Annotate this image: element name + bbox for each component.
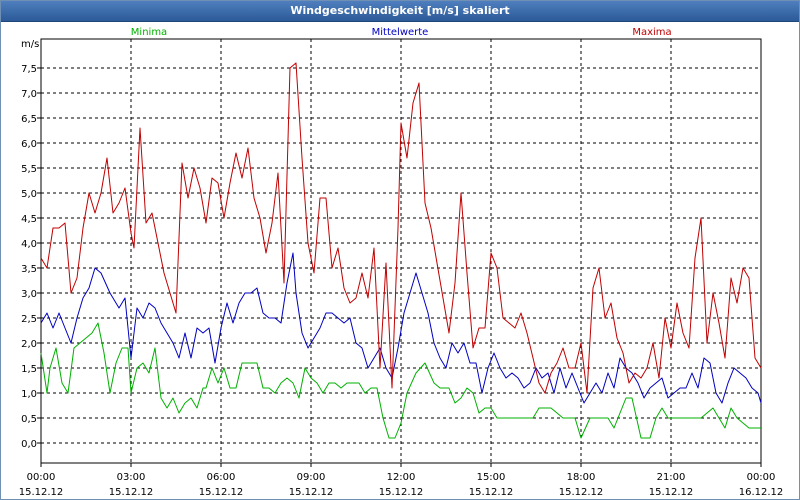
- x-tick-date: 15.12.12: [469, 487, 514, 498]
- x-tick-date: 15.12.12: [109, 487, 154, 498]
- x-tick-date: 15.12.12: [559, 487, 604, 498]
- y-tick-label: 0,5: [21, 414, 37, 425]
- line-chart: m/s Minima Mittelwerte Maxima 0,0 0,5 1,0 1…: [19, 27, 784, 498]
- y-tick-label: 7,0: [21, 89, 37, 100]
- x-tick-date: 15.12.12: [379, 487, 424, 498]
- y-tick-label: 5,5: [21, 164, 37, 175]
- x-tick-time: 12:00: [387, 472, 416, 483]
- y-tick-label: 2,5: [21, 314, 37, 325]
- x-tick-time: 15:00: [477, 472, 506, 483]
- x-axis: 00:00 15.12.12 03:00 15.12.12 06:00 15.12.12 0…: [19, 463, 784, 498]
- x-tick-time: 18:00: [567, 472, 596, 483]
- x-tick-date: 15.12.12: [199, 487, 244, 498]
- x-tick-time: 21:00: [657, 472, 686, 483]
- x-tick-time: 09:00: [297, 472, 326, 483]
- x-tick-time: 03:00: [117, 472, 146, 483]
- x-tick-date: 15.12.12: [19, 487, 64, 498]
- chart-title: Windgeschwindigkeit [m/s] skaliert: [290, 4, 510, 17]
- legend-mittelwerte: Mittelwerte: [372, 27, 429, 38]
- y-tick-label: 2,0: [21, 339, 37, 350]
- x-tick-time: 00:00: [27, 472, 56, 483]
- grid: [40, 38, 762, 464]
- x-tick-date: 15.12.12: [289, 487, 334, 498]
- y-tick-label: 1,0: [21, 389, 37, 400]
- y-axis-unit-label: m/s: [21, 39, 39, 50]
- y-tick-label: 4,0: [21, 239, 37, 250]
- y-tick-label: 6,5: [21, 114, 37, 125]
- x-tick-date: 15.12.12: [649, 487, 694, 498]
- y-tick-label: 3,5: [21, 264, 37, 275]
- y-axis: 0,0 0,5 1,0 1,5 2,0 2,5 3,0 3,5 4,0 4,5 5,0 5,5 6,0 6…: [21, 64, 41, 450]
- x-tick-date: 16.12.12: [739, 487, 784, 498]
- legend-minima: Minima: [131, 27, 167, 38]
- y-tick-label: 0,0: [21, 439, 37, 450]
- legend-maxima: Maxima: [632, 27, 671, 38]
- x-tick-time: 06:00: [207, 472, 236, 483]
- x-tick-time: 00:00: [747, 472, 776, 483]
- y-tick-label: 3,0: [21, 289, 37, 300]
- y-tick-label: 7,5: [21, 64, 37, 75]
- y-tick-label: 1,5: [21, 364, 37, 375]
- chart-window: Windgeschwindigkeit [m/s] skaliert m/s M…: [0, 0, 800, 500]
- y-tick-label: 4,5: [21, 214, 37, 225]
- y-tick-label: 6,0: [21, 139, 37, 150]
- title-bar: Windgeschwindigkeit [m/s] skaliert: [1, 1, 799, 22]
- y-tick-label: 5,0: [21, 189, 37, 200]
